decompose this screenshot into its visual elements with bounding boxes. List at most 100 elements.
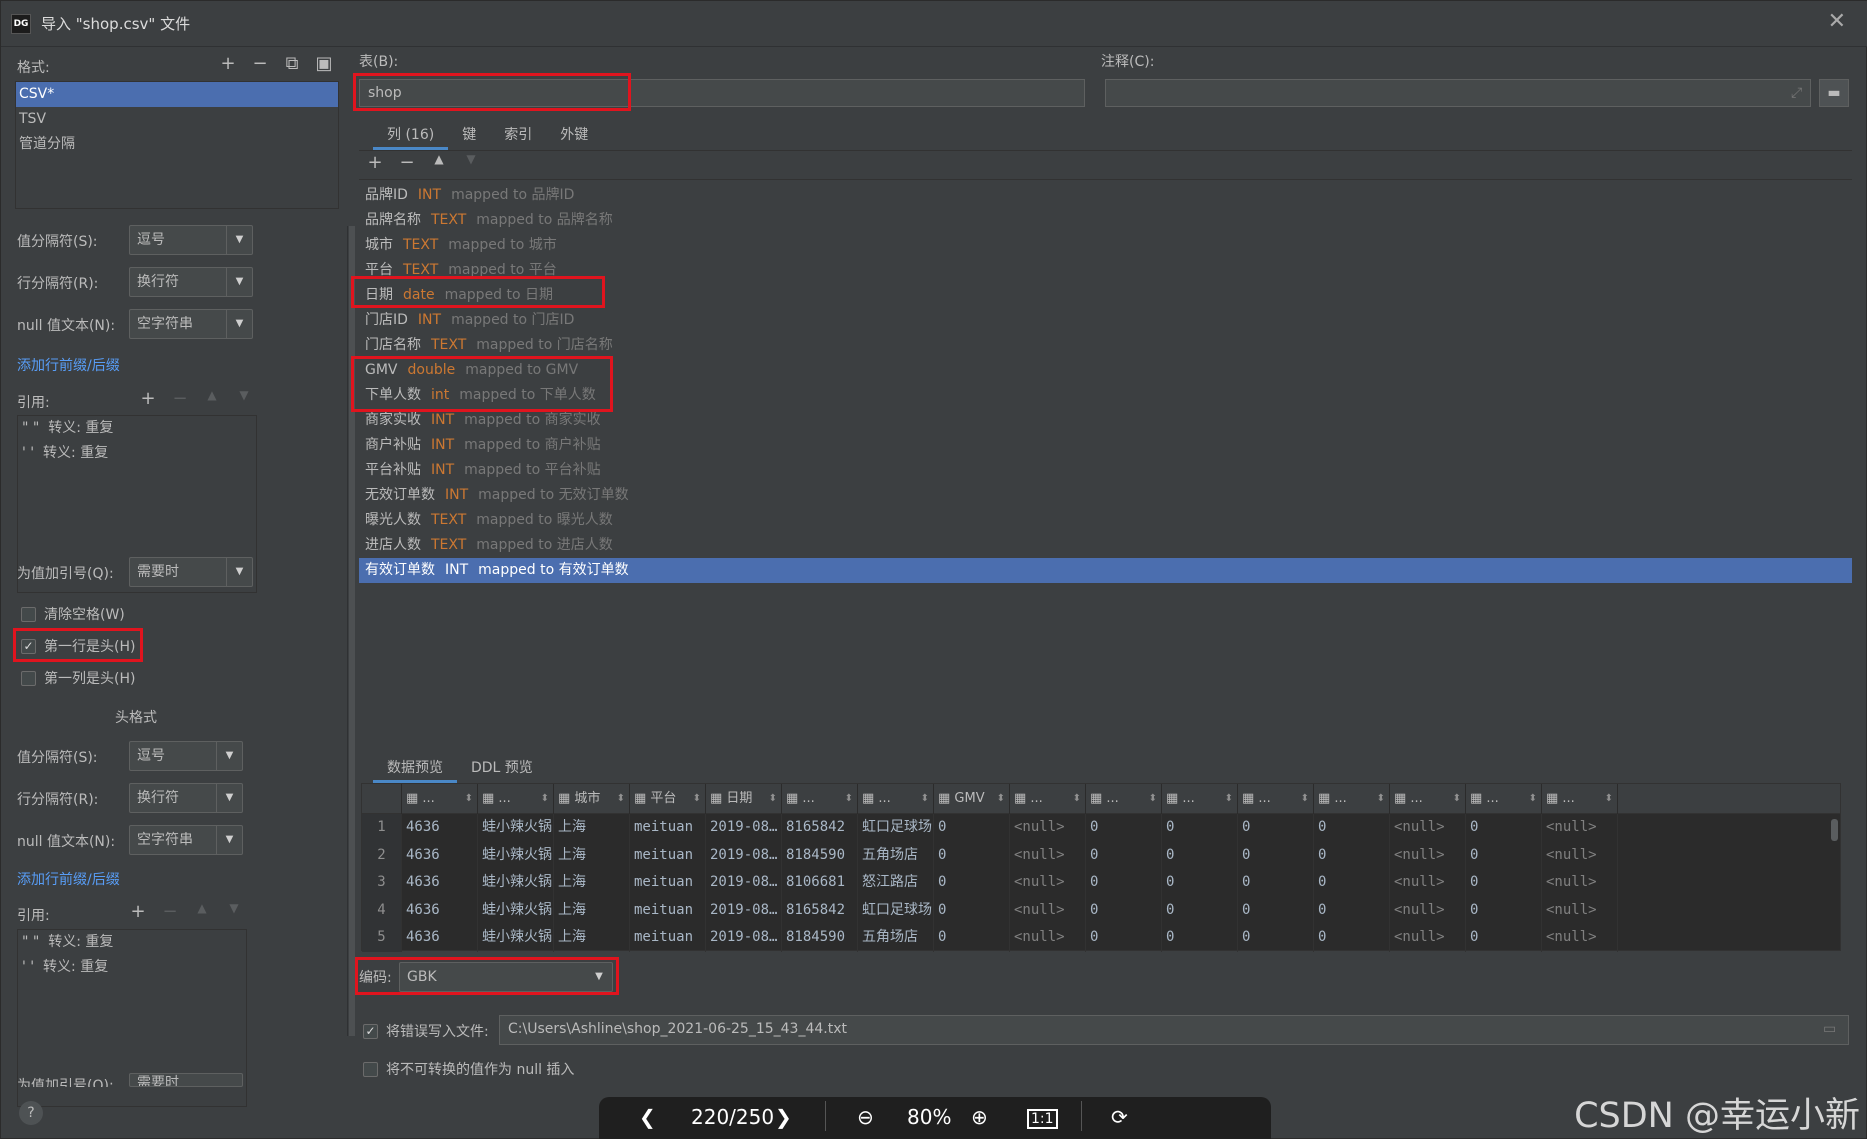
copy-icon[interactable]: ⧉ xyxy=(283,53,301,74)
preview-column-header[interactable]: ▦ ... ⬍ xyxy=(478,784,554,814)
scrollbar-thumb[interactable] xyxy=(349,226,355,1036)
column-row[interactable]: 商户补贴 INT mapped to 商户补贴 xyxy=(359,433,1852,458)
column-row[interactable]: 有效订单数 INT mapped to 有效订单数 xyxy=(359,558,1852,583)
move-down-icon[interactable]: ▼ xyxy=(235,388,253,409)
sort-icon[interactable]: ⬍ xyxy=(1073,784,1081,814)
column-row[interactable]: 品牌ID INT mapped to 品牌ID xyxy=(359,183,1852,208)
preview-column-header[interactable]: ▦ 平台 ⬍ xyxy=(630,784,706,814)
splitter[interactable] xyxy=(347,226,355,1036)
quote-values-select[interactable]: 需要时 ▼ xyxy=(129,557,253,587)
preview-column-header[interactable]: ▦ ... ⬍ xyxy=(1314,784,1390,814)
tab-data-preview[interactable]: 数据预览 xyxy=(373,753,457,783)
table-row[interactable]: 2 4636 蛙小辣火锅 上海 meituan 2019-08… 8184590 五角场店 0 <… xyxy=(362,841,1840,869)
h-add-prefix-link[interactable]: 添加行前缀/后缀 xyxy=(17,869,120,889)
folder-icon[interactable]: ▭ xyxy=(1823,1021,1836,1037)
first-col-header-checkbox[interactable]: 第一列是头(H) xyxy=(21,668,135,688)
preview-column-header[interactable]: ▦ 城市 ⬍ xyxy=(554,784,630,814)
table-row[interactable]: 3 4636 蛙小辣火锅 上海 meituan 2019-08… 8106681 怒江路店 0 <… xyxy=(362,869,1840,897)
preview-column-header[interactable]: ▦ ... ⬍ xyxy=(1238,784,1314,814)
sort-icon[interactable]: ⬍ xyxy=(1453,784,1461,814)
table-row[interactable]: 1 4636 蛙小辣火锅 上海 meituan 2019-08… 8165842 虹口足球场 0… xyxy=(362,814,1840,842)
sort-icon[interactable]: ⬍ xyxy=(465,784,473,814)
move-down-icon[interactable]: ▼ xyxy=(225,901,243,922)
comment-icon[interactable]: ▬ xyxy=(1819,79,1849,107)
sort-icon[interactable]: ⬍ xyxy=(921,784,929,814)
move-up-icon[interactable]: ▲ xyxy=(431,152,447,173)
quote-item[interactable]: ' ' 转义: 重复 xyxy=(18,441,256,466)
error-file-path-input[interactable]: C:\Users\Ashline\shop_2021-06-25_15_43_4… xyxy=(499,1015,1849,1045)
expand-icon[interactable]: ⤢ xyxy=(1791,85,1802,101)
quote-item[interactable]: ' ' 转义: 重复 xyxy=(18,955,246,980)
preview-column-header[interactable]: ▦ ... ⬍ xyxy=(1086,784,1162,814)
add-prefix-link[interactable]: 添加行前缀/后缀 xyxy=(17,355,120,375)
null-insert-checkbox[interactable]: 将不可转换的值作为 null 插入 xyxy=(363,1059,574,1079)
null-text-select[interactable]: 空字符串 ▼ xyxy=(129,309,253,339)
preview-column-header[interactable]: ▦ ... ⬍ xyxy=(858,784,934,814)
sort-icon[interactable]: ⬍ xyxy=(1529,784,1537,814)
h-quote-values-select[interactable]: 需要时 xyxy=(129,1073,243,1087)
sort-icon[interactable]: ⬍ xyxy=(1149,784,1157,814)
preview-column-header[interactable]: ▦ 日期 ⬍ xyxy=(706,784,782,814)
write-errors-checkbox[interactable]: ✓ 将错误写入文件: xyxy=(363,1021,489,1041)
remove-icon[interactable]: − xyxy=(399,152,415,173)
table-row[interactable]: 4 4636 蛙小辣火锅 上海 meituan 2019-08… 8165842 虹口足球场 0… xyxy=(362,896,1840,924)
comment-input[interactable] xyxy=(1105,79,1811,107)
quote-item[interactable]: " " 转义: 重复 xyxy=(18,416,256,441)
sort-icon[interactable]: ⬍ xyxy=(769,784,777,814)
row-sep-select[interactable]: 换行符 ▼ xyxy=(129,267,253,297)
sort-icon[interactable]: ⬍ xyxy=(845,784,853,814)
h-value-sep-select[interactable]: 逗号 ▼ xyxy=(129,741,243,771)
sort-icon[interactable]: ⬍ xyxy=(1225,784,1233,814)
preview-column-header[interactable]: ▦ ... ⬍ xyxy=(402,784,478,814)
tab-ddl-preview[interactable]: DDL 预览 xyxy=(457,753,547,783)
zoom-in-icon[interactable]: ⊕ xyxy=(971,1105,988,1129)
column-row[interactable]: 进店人数 TEXT mapped to 进店人数 xyxy=(359,533,1852,558)
prev-page-icon[interactable]: ❮ xyxy=(639,1105,656,1129)
next-page-icon[interactable]: ❯ xyxy=(775,1105,792,1129)
tab-columns[interactable]: 列 (16) xyxy=(373,120,449,150)
preview-column-header[interactable]: ▦ ... ⬍ xyxy=(1010,784,1086,814)
column-row[interactable]: 门店名称 TEXT mapped to 门店名称 xyxy=(359,333,1852,358)
actual-size-icon[interactable]: 1:1 xyxy=(1027,1109,1058,1129)
add-icon[interactable]: + xyxy=(129,901,147,922)
format-item-pipe[interactable]: 管道分隔 xyxy=(16,132,338,157)
column-row[interactable]: 平台补贴 INT mapped to 平台补贴 xyxy=(359,458,1852,483)
add-icon[interactable]: + xyxy=(219,53,237,74)
move-up-icon[interactable]: ▲ xyxy=(203,388,221,409)
sort-icon[interactable]: ⬍ xyxy=(1377,784,1385,814)
rotate-icon[interactable]: ⟳ xyxy=(1111,1105,1128,1129)
help-icon[interactable]: ? xyxy=(19,1101,43,1125)
add-icon[interactable]: + xyxy=(367,152,383,173)
preview-column-header[interactable]: ▦ ... ⬍ xyxy=(782,784,858,814)
column-row[interactable]: 无效订单数 INT mapped to 无效订单数 xyxy=(359,483,1852,508)
remove-icon[interactable]: − xyxy=(171,388,189,409)
h-null-text-select[interactable]: 空字符串 ▼ xyxy=(129,825,243,855)
tab-indexes[interactable]: 索引 xyxy=(490,120,546,150)
table-row[interactable]: 5 4636 蛙小辣火锅 上海 meituan 2019-08… 8184590 五角场店 0 <… xyxy=(362,924,1840,952)
preview-column-header[interactable]: ▦ ... ⬍ xyxy=(1466,784,1542,814)
sort-icon[interactable]: ⬍ xyxy=(617,784,625,814)
sort-icon[interactable]: ⬍ xyxy=(541,784,549,814)
tab-keys[interactable]: 键 xyxy=(448,120,490,150)
remove-icon[interactable]: − xyxy=(161,901,179,922)
h-row-sep-select[interactable]: 换行符 ▼ xyxy=(129,783,243,813)
trim-checkbox[interactable]: 清除空格(W) xyxy=(21,604,125,624)
column-row[interactable]: 曝光人数 TEXT mapped to 曝光人数 xyxy=(359,508,1852,533)
column-row[interactable]: 城市 TEXT mapped to 城市 xyxy=(359,233,1852,258)
sort-icon[interactable]: ⬍ xyxy=(1301,784,1309,814)
remove-icon[interactable]: − xyxy=(251,53,269,74)
zoom-out-icon[interactable]: ⊖ xyxy=(857,1105,874,1129)
save-icon[interactable]: ▣ xyxy=(315,53,333,74)
column-row[interactable]: 门店ID INT mapped to 门店ID xyxy=(359,308,1852,333)
format-item-csv[interactable]: CSV* xyxy=(16,82,338,107)
quote-item[interactable]: " " 转义: 重复 xyxy=(18,930,246,955)
preview-column-header[interactable]: ▦ GMV ⬍ xyxy=(934,784,1010,814)
sort-icon[interactable]: ⬍ xyxy=(997,784,1005,814)
sort-icon[interactable]: ⬍ xyxy=(693,784,701,814)
scrollbar-thumb[interactable] xyxy=(1831,819,1838,841)
tab-foreign-keys[interactable]: 外键 xyxy=(546,120,602,150)
preview-column-header[interactable]: ▦ ... ⬍ xyxy=(1162,784,1238,814)
value-sep-select[interactable]: 逗号 ▼ xyxy=(129,225,253,255)
preview-column-header[interactable]: ▦ ... ⬍ xyxy=(1542,784,1618,814)
add-icon[interactable]: + xyxy=(139,388,157,409)
